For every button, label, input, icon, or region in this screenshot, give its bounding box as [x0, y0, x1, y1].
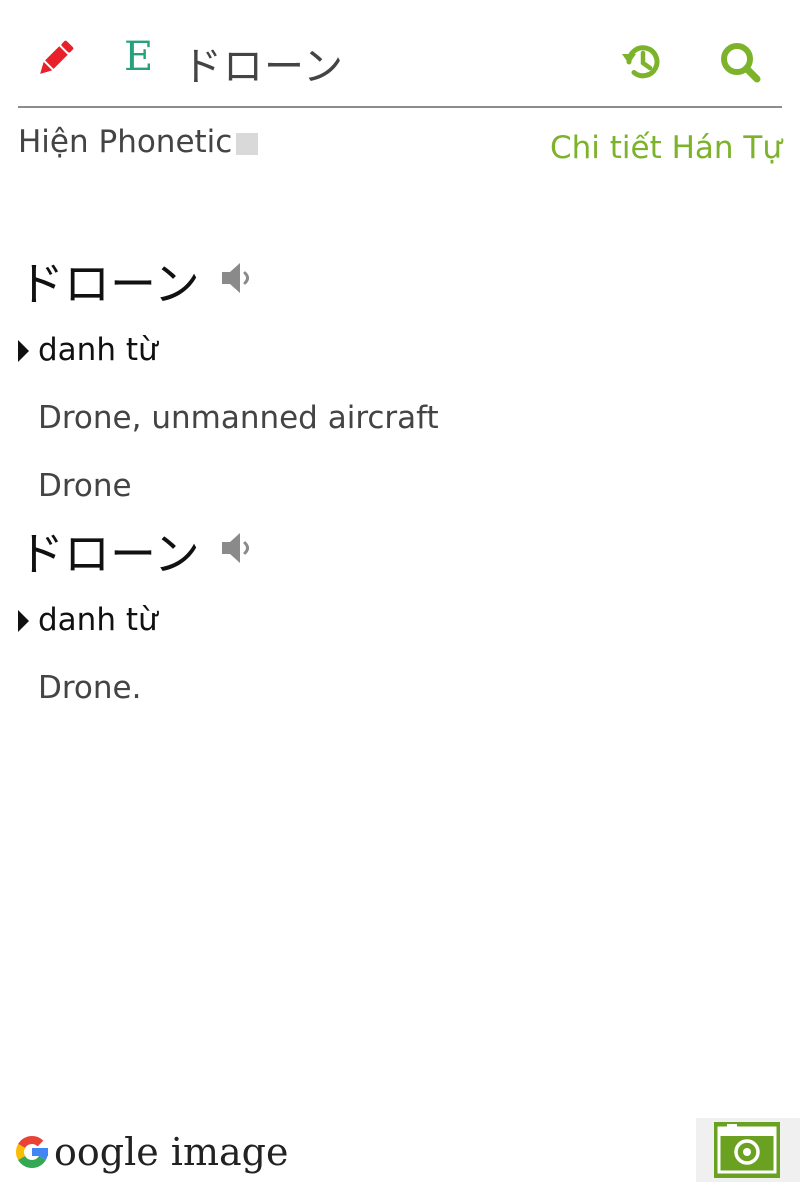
- part-of-speech: danh từ: [38, 602, 158, 638]
- language-badge[interactable]: E: [124, 34, 153, 80]
- part-of-speech: danh từ: [38, 332, 158, 368]
- camera-icon: [714, 1122, 780, 1178]
- camera-button[interactable]: [696, 1118, 800, 1182]
- phonetic-toggle-label: Hiện Phonetic: [18, 124, 233, 160]
- pencil-icon[interactable]: [34, 38, 76, 80]
- phonetic-checkbox[interactable]: [236, 133, 258, 155]
- speaker-icon[interactable]: [220, 259, 258, 297]
- meaning-text: Drone, unmanned aircraft: [38, 400, 439, 436]
- caret-right-icon: [18, 340, 29, 362]
- meaning-text: Drone.: [38, 670, 142, 706]
- meaning-text: Drone: [38, 468, 132, 504]
- entry-word: ドローン: [18, 527, 200, 581]
- history-icon[interactable]: [620, 40, 664, 84]
- entry-word: ドローン: [18, 257, 200, 311]
- kanji-detail-link[interactable]: Chi tiết Hán Tự: [550, 130, 782, 166]
- google-image-button[interactable]: oogle image: [8, 1126, 288, 1178]
- app-header: E ドローン: [0, 0, 800, 108]
- header-divider: [18, 106, 782, 108]
- speaker-icon[interactable]: [220, 529, 258, 567]
- google-g-icon: [8, 1128, 56, 1176]
- search-term[interactable]: ドローン: [182, 34, 344, 92]
- google-image-label: oogle image: [54, 1130, 289, 1174]
- search-icon[interactable]: [718, 40, 762, 84]
- caret-right-icon: [18, 610, 29, 632]
